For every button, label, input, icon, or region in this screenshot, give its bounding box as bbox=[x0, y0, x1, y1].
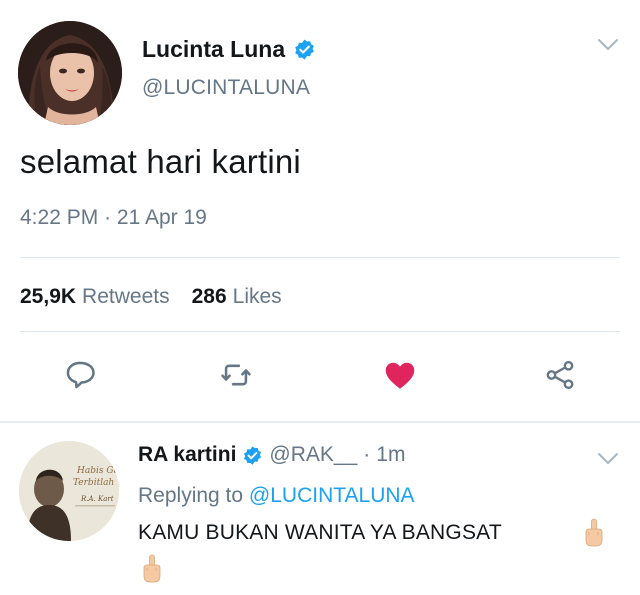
avatar-caption-2: Terbitlah Te bbox=[73, 478, 119, 488]
reply-header: RA kartini @RAK__ · 1m bbox=[138, 443, 405, 467]
divider bbox=[20, 331, 620, 332]
tweet-detail-screen: Lucinta Luna @LUCINTALUNA selamat hari k… bbox=[0, 0, 640, 595]
author-photo bbox=[18, 21, 122, 125]
replying-to-mention[interactable]: @LUCINTALUNA bbox=[249, 484, 415, 507]
tweet-stats: 25,9K Retweets 286 Likes bbox=[20, 285, 282, 309]
retweet-icon bbox=[221, 364, 251, 386]
reply-time: 1m bbox=[376, 443, 406, 466]
likes-count: 286 bbox=[191, 285, 227, 308]
reply-author-handle[interactable]: @RAK__ bbox=[269, 443, 357, 467]
middle-finger-emoji-icon bbox=[141, 554, 163, 584]
tweet-date: 21 Apr 19 bbox=[116, 206, 207, 229]
chevron-down-icon[interactable] bbox=[597, 452, 619, 466]
replying-to-prefix: Replying to bbox=[138, 484, 244, 507]
likes-label: Likes bbox=[232, 285, 282, 308]
retweets-count: 25,9K bbox=[20, 285, 77, 308]
verified-badge-icon bbox=[242, 445, 263, 466]
author-name-row[interactable]: Lucinta Luna bbox=[142, 36, 316, 63]
middle-finger-emoji-icon bbox=[583, 518, 605, 548]
heart-icon bbox=[385, 362, 415, 389]
author-handle[interactable]: @LUCINTALUNA bbox=[142, 76, 310, 100]
tweet-time: 4:22 PM bbox=[20, 206, 99, 229]
meta-separator: · bbox=[104, 206, 112, 229]
reply-text: KAMU BUKAN WANITA YA BANGSAT bbox=[138, 521, 502, 544]
replying-to: Replying to @LUCINTALUNA bbox=[138, 484, 415, 508]
tweet-actions bbox=[0, 355, 640, 399]
reply-icon bbox=[66, 361, 95, 389]
likes-stat[interactable]: 286 Likes bbox=[192, 285, 282, 309]
author-avatar[interactable] bbox=[18, 21, 122, 125]
tweet-timestamp[interactable]: 4:22 PM · 21 Apr 19 bbox=[20, 206, 207, 230]
verified-badge-icon bbox=[293, 38, 316, 61]
meta-separator: · bbox=[363, 443, 371, 466]
share-button[interactable] bbox=[540, 355, 580, 395]
section-divider bbox=[0, 421, 640, 423]
divider bbox=[20, 257, 620, 258]
avatar-caption-1: Habis Ge bbox=[76, 466, 119, 476]
author-name[interactable]: Lucinta Luna bbox=[142, 36, 285, 63]
tweet-text: selamat hari kartini bbox=[20, 143, 301, 180]
avatar-caption-3: R.A. Kart bbox=[80, 495, 114, 503]
retweets-stat[interactable]: 25,9K Retweets bbox=[20, 285, 170, 309]
reply-author-photo: Habis Ge Terbitlah Te R.A. Kart bbox=[19, 441, 119, 541]
share-icon bbox=[546, 360, 574, 390]
like-button[interactable] bbox=[380, 355, 420, 395]
reply-author-avatar[interactable]: Habis Ge Terbitlah Te R.A. Kart bbox=[19, 441, 119, 541]
retweet-button[interactable] bbox=[216, 355, 256, 395]
chevron-down-icon[interactable] bbox=[597, 38, 619, 52]
reply-button[interactable] bbox=[60, 355, 100, 395]
retweets-label: Retweets bbox=[82, 285, 170, 308]
reply-author-name[interactable]: RA kartini bbox=[138, 443, 236, 467]
